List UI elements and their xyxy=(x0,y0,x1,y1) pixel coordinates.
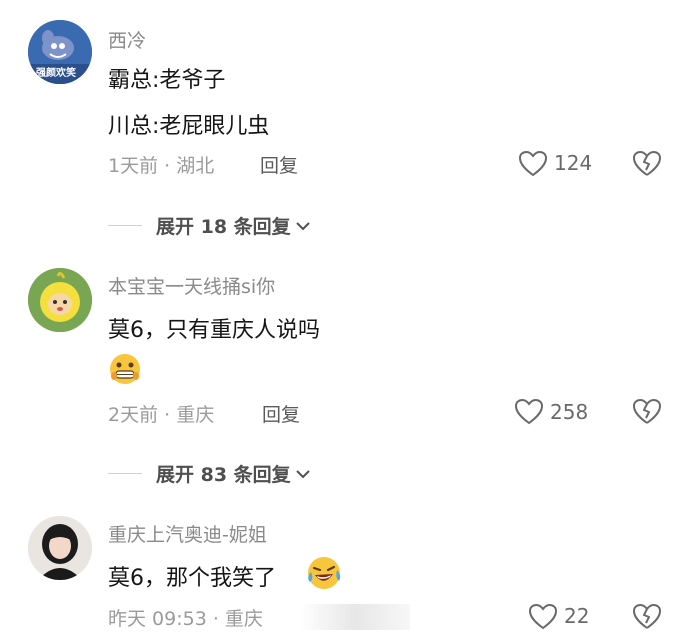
comment-username[interactable]: 本宝宝一天线捅si你 xyxy=(108,272,275,299)
laughing-crying-face-emoji-icon xyxy=(305,554,343,592)
expand-replies-label: 展开 83 条回复 xyxy=(156,464,291,486)
comment-text-line: 莫6，只有重庆人说吗 xyxy=(108,318,320,343)
grimacing-face-emoji-icon xyxy=(108,352,142,386)
like-heart-icon[interactable] xyxy=(514,398,544,425)
chevron-down-icon xyxy=(295,220,311,232)
profile-photo-image xyxy=(28,516,92,580)
like-count: 124 xyxy=(554,151,593,175)
chevron-down-icon xyxy=(295,468,311,480)
like-count: 258 xyxy=(550,400,589,424)
comment-username[interactable]: 重庆上汽奥迪-妮姐 xyxy=(108,520,267,547)
comment-time-location: 1天前 · 湖北 xyxy=(108,155,215,177)
avatar[interactable]: 强颜欢笑 xyxy=(28,20,92,84)
comment-username[interactable]: 西冷 xyxy=(108,26,146,53)
expand-divider-line xyxy=(108,225,142,226)
expand-replies-button[interactable]: 展开 18 条回复 xyxy=(108,212,311,239)
reply-button[interactable]: 回复 xyxy=(260,151,298,178)
expand-replies-button[interactable]: 展开 83 条回复 xyxy=(108,460,311,487)
dislike-broken-heart-icon[interactable] xyxy=(632,398,662,425)
watermark-overlay xyxy=(300,604,410,630)
avatar[interactable] xyxy=(28,516,92,580)
avatar[interactable] xyxy=(28,268,92,332)
dislike-broken-heart-icon[interactable] xyxy=(632,150,662,177)
comment-time-location: 2天前 · 重庆 xyxy=(108,404,215,426)
like-count: 22 xyxy=(564,604,590,628)
dislike-broken-heart-icon[interactable] xyxy=(632,603,662,630)
like-heart-icon[interactable] xyxy=(528,603,558,630)
comment-text-line: 霸总:老爷子 xyxy=(108,68,226,93)
comment-text-line: 莫6，那个我笑了 xyxy=(108,566,276,591)
comment-time-location: 昨天 09:53 · 重庆 xyxy=(108,608,263,630)
like-heart-icon[interactable] xyxy=(518,150,548,177)
avatar-badge-text: 强颜欢笑 xyxy=(36,68,76,79)
expand-replies-label: 展开 18 条回复 xyxy=(156,216,291,238)
comment-text-line: 川总:老屁眼儿虫 xyxy=(108,114,270,139)
expand-divider-line xyxy=(108,473,142,474)
teletubby-avatar-image xyxy=(28,268,92,332)
reply-button[interactable]: 回复 xyxy=(262,400,300,427)
